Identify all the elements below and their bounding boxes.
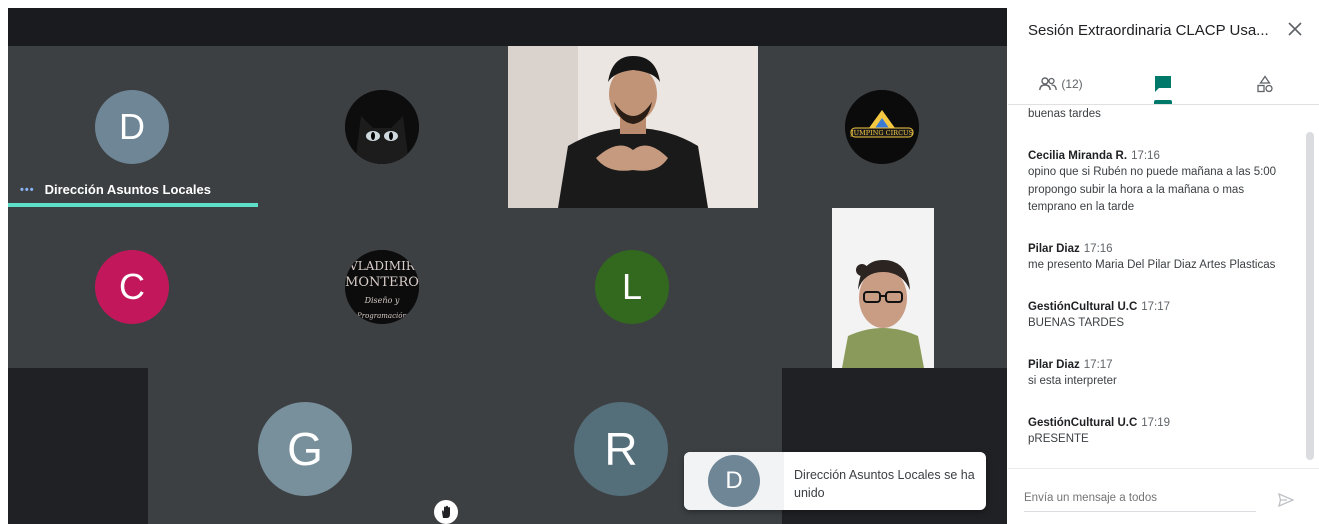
message-list: buenas tardes Cecilia Miranda R. 17:16 op… [1028, 106, 1300, 466]
message-text: propongo subir la hora a la mañana o mas [1028, 183, 1245, 196]
message-text: temprano en la tarde [1028, 201, 1135, 213]
participant-tile-cat[interactable] [258, 46, 508, 208]
avatar-r[interactable]: R [574, 402, 668, 496]
message-text: buenas tardes [1028, 108, 1101, 120]
vladimir-logo-avatar: VLADIMIR MONTERO Diseño y Programación [345, 250, 419, 324]
message-sender: GestiónCultural U.C [1028, 301, 1138, 313]
message-time: 17:19 [1141, 417, 1171, 429]
message-input-underline [1024, 511, 1256, 512]
participant-tile-c[interactable]: C [8, 208, 258, 368]
svg-text:VLADIMIR: VLADIMIR [348, 259, 416, 273]
message-header: Cecilia Miranda R. 17:16 [1028, 148, 1276, 164]
tab-chat[interactable] [1146, 64, 1180, 104]
join-notification: D Dirección Asuntos Locales se ha unido [684, 452, 986, 510]
message-text: BUENAS TARDES [1028, 317, 1125, 329]
stage-top-bar [8, 8, 1007, 46]
meeting-title: Sesión Extraordinaria CLACP Usa... [1028, 22, 1269, 39]
message-time: 17:17 [1141, 301, 1171, 313]
message-sender: Cecilia Miranda R. [1028, 150, 1128, 162]
raise-hand-icon[interactable] [434, 500, 458, 524]
participant-tile-vladimir[interactable]: VLADIMIR MONTERO Diseño y Programación [258, 208, 508, 368]
message-item: GestiónCultural U.C 17:17 BUENAS TARDES [1028, 299, 1170, 333]
message-item: Cecilia Miranda R. 17:16 opino que si Rub… [1028, 148, 1276, 217]
message-item: buenas tardes [1028, 106, 1101, 124]
message-sender: Pilar Diaz [1028, 243, 1080, 255]
send-icon[interactable] [1276, 490, 1296, 510]
toast-avatar: D [708, 455, 760, 507]
message-sender: GestiónCultural U.C [1028, 417, 1138, 429]
participant-video-woman [832, 208, 934, 368]
avatar-c: C [95, 250, 169, 324]
message-header: Pilar Diaz 17:17 [1028, 357, 1117, 373]
chat-icon [1155, 76, 1171, 92]
participant-tile-woman[interactable] [758, 208, 1007, 368]
chat-panel: Sesión Extraordinaria CLACP Usa... (12) [1008, 0, 1319, 524]
message-input[interactable] [1024, 492, 1254, 504]
speaker-name: Dirección Asuntos Locales [44, 182, 211, 197]
empty-region-left [8, 368, 148, 524]
panel-tabs: (12) [1008, 64, 1319, 104]
circus-logo-text: JUMPING CIRCUS [850, 129, 913, 137]
people-count: (12) [1061, 77, 1083, 91]
message-text: me presento Maria Del Pilar Diaz Artes P… [1028, 259, 1276, 271]
tab-activities[interactable] [1248, 64, 1282, 104]
avatar-l: L [595, 250, 669, 324]
activities-icon [1257, 75, 1273, 93]
compose-divider [1008, 468, 1319, 469]
close-icon[interactable] [1284, 18, 1306, 40]
participant-tile-circus[interactable]: JUMPING CIRCUS [758, 46, 1007, 208]
more-options-icon[interactable]: ••• [20, 184, 35, 196]
message-text: opino que si Rubén no puede mañana a las… [1028, 166, 1277, 178]
speaking-indicator [8, 203, 258, 207]
message-header: GestiónCultural U.C 17:17 [1028, 299, 1170, 315]
svg-text:MONTERO: MONTERO [345, 275, 419, 290]
avatar-d: D [95, 90, 169, 164]
video-grid: D ••• Dirección Asuntos Locales JUMPING … [8, 8, 1007, 524]
circus-avatar: JUMPING CIRCUS [845, 90, 919, 164]
cat-avatar [345, 90, 419, 164]
tabs-divider [1008, 104, 1319, 105]
speaker-name-label: ••• Dirección Asuntos Locales [20, 182, 211, 197]
svg-text:Diseño y: Diseño y [364, 296, 400, 305]
message-text: pRESENTE [1028, 433, 1089, 445]
chat-scrollbar[interactable] [1306, 132, 1314, 460]
message-time: 17:17 [1083, 359, 1113, 371]
message-item: Pilar Diaz 17:16 me presento Maria Del Pi… [1028, 241, 1275, 275]
message-text: si esta interpreter [1028, 375, 1117, 387]
toast-text: Dirección Asuntos Locales se ha unido [794, 468, 975, 500]
participant-tile-l[interactable]: L [508, 208, 758, 368]
people-icon [1039, 77, 1058, 91]
message-time: 17:16 [1083, 243, 1113, 255]
message-sender: Pilar Diaz [1028, 359, 1080, 371]
message-item: Pilar Diaz 17:17 si esta interpreter [1028, 357, 1117, 391]
toast-avatar-wrap: D [684, 452, 785, 510]
message-time: 17:16 [1131, 150, 1160, 162]
message-header: Pilar Diaz 17:16 [1028, 241, 1275, 257]
avatar-g[interactable]: G [258, 402, 352, 496]
participant-video-main[interactable] [508, 46, 758, 208]
message-item: GestiónCultural U.C 17:19 pRESENTE [1028, 415, 1170, 449]
tab-people[interactable]: (12) [1036, 64, 1086, 104]
svg-text:Programación: Programación [356, 312, 407, 320]
message-header: GestiónCultural U.C 17:19 [1028, 415, 1170, 431]
